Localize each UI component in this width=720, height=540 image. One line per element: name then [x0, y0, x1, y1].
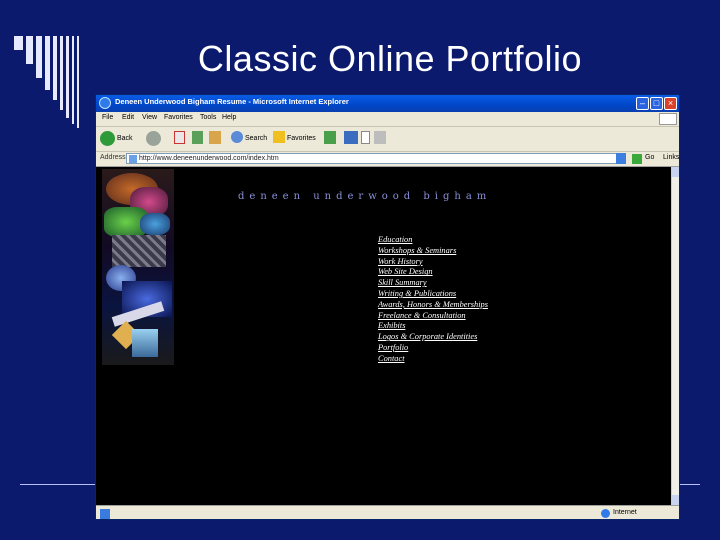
menu-tools[interactable]: Tools — [200, 114, 216, 121]
address-input[interactable]: http://www.deneenunderwood.com/index.htm — [126, 153, 626, 164]
home-icon[interactable] — [209, 131, 221, 144]
back-label[interactable]: Back — [117, 135, 133, 142]
collage-image — [102, 169, 174, 365]
links-button[interactable]: Links — [663, 154, 679, 161]
vertical-scrollbar[interactable] — [671, 167, 679, 505]
nav-link-awards[interactable]: Awards, Honors & Memberships — [378, 300, 488, 311]
go-button[interactable]: Go — [645, 154, 654, 161]
address-url: http://www.deneenunderwood.com/index.htm — [139, 155, 279, 162]
history-icon[interactable] — [344, 131, 358, 144]
menu-view[interactable]: View — [142, 114, 157, 121]
web-page-content: deneen underwood bigham Education Worksh… — [96, 167, 671, 505]
toolbar: Back Search Favorites — [96, 127, 679, 152]
favorites-star-icon[interactable] — [273, 131, 285, 143]
status-bar: Internet — [96, 505, 679, 519]
nav-link-web-site-design[interactable]: Web Site Design — [378, 267, 488, 278]
slide-title: Classic Online Portfolio — [197, 38, 583, 79]
print-icon[interactable] — [374, 131, 386, 144]
scroll-down-icon[interactable] — [672, 495, 679, 505]
maximize-button[interactable]: □ — [650, 97, 663, 110]
address-label: Address — [100, 154, 126, 161]
page-icon — [129, 155, 137, 163]
nav-link-work-history[interactable]: Work History — [378, 257, 488, 268]
page-done-icon — [100, 509, 110, 519]
nav-link-contact[interactable]: Contact — [378, 354, 488, 365]
address-dropdown-icon[interactable] — [616, 153, 626, 164]
menu-bar: File Edit View Favorites Tools Help — [96, 112, 679, 127]
nav-link-freelance[interactable]: Freelance & Consultation — [378, 311, 488, 322]
browser-window: Deneen Underwood Bigham Resume - Microso… — [95, 94, 680, 520]
nav-link-education[interactable]: Education — [378, 235, 488, 246]
forward-arrow-icon[interactable] — [146, 131, 161, 146]
menu-favorites[interactable]: Favorites — [164, 114, 193, 121]
menu-help[interactable]: Help — [222, 114, 236, 121]
favorites-label[interactable]: Favorites — [287, 135, 316, 142]
ie-icon — [99, 97, 111, 109]
nav-link-skill-summary[interactable]: Skill Summary — [378, 278, 488, 289]
scroll-up-icon[interactable] — [672, 167, 679, 177]
site-name: deneen underwood bigham — [238, 191, 492, 202]
nav-link-logos[interactable]: Logos & Corporate Identities — [378, 332, 488, 343]
nav-link-portfolio[interactable]: Portfolio — [378, 343, 488, 354]
back-arrow-icon[interactable] — [100, 131, 115, 146]
close-button[interactable]: × — [664, 97, 677, 110]
menu-edit[interactable]: Edit — [122, 114, 134, 121]
menu-file[interactable]: File — [102, 114, 113, 121]
stop-icon[interactable] — [174, 131, 185, 144]
go-arrow-icon[interactable] — [632, 154, 642, 164]
nav-list: Education Workshops & Seminars Work Hist… — [378, 235, 488, 365]
windows-logo-icon — [659, 113, 677, 125]
nav-link-exhibits[interactable]: Exhibits — [378, 321, 488, 332]
mail-icon[interactable] — [361, 131, 370, 144]
zone-label: Internet — [613, 509, 637, 516]
media-icon[interactable] — [324, 131, 336, 144]
search-label[interactable]: Search — [245, 135, 267, 142]
address-bar: Address http://www.deneenunderwood.com/i… — [96, 152, 679, 167]
refresh-icon[interactable] — [192, 131, 203, 144]
title-bar[interactable]: Deneen Underwood Bigham Resume - Microso… — [96, 95, 679, 112]
nav-link-workshops[interactable]: Workshops & Seminars — [378, 246, 488, 257]
window-title: Deneen Underwood Bigham Resume - Microso… — [115, 97, 349, 106]
minimize-button[interactable]: – — [636, 97, 649, 110]
nav-link-writing[interactable]: Writing & Publications — [378, 289, 488, 300]
internet-zone-icon — [601, 509, 610, 518]
search-icon[interactable] — [231, 131, 243, 143]
